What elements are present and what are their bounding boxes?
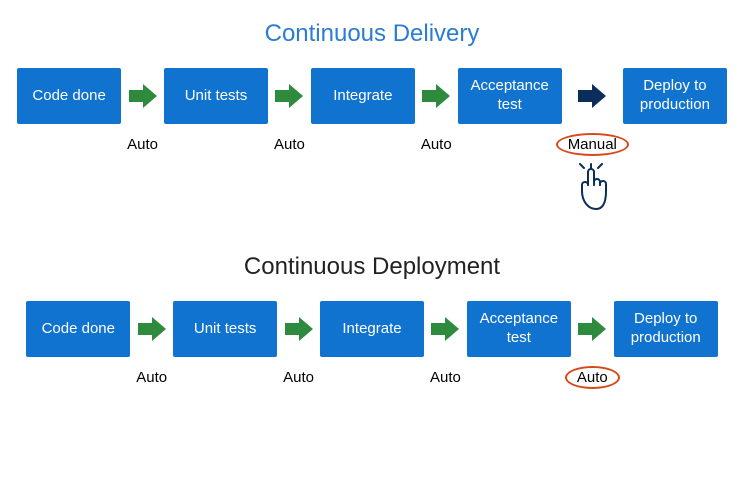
stage: Deploy to production [614, 301, 718, 357]
stage: Unit tests [173, 301, 277, 357]
arrow-label-manual: Manual [562, 136, 623, 153]
arrow-right-icon [578, 84, 606, 108]
arrow-right-icon [422, 84, 450, 108]
stage: Deploy to production [623, 68, 727, 124]
arrow-right-icon [578, 317, 606, 341]
arrow: Manual [562, 68, 623, 213]
arrow: Auto [121, 68, 164, 153]
delivery-title: Continuous Delivery [10, 20, 734, 48]
stage-box-code-done: Code done [26, 301, 130, 357]
stage-box-unit-tests: Unit tests [164, 68, 268, 124]
arrow: Auto [415, 68, 458, 153]
arrow-label-auto-circled: Auto [571, 369, 614, 386]
stage: Acceptance test [458, 68, 562, 124]
stage: Unit tests [164, 68, 268, 124]
arrow-label: Auto [268, 136, 311, 153]
stage: Integrate [320, 301, 424, 357]
stage-box-integrate: Integrate [311, 68, 415, 124]
arrow: Auto [571, 301, 614, 386]
arrow: Auto [268, 68, 311, 153]
arrow: Auto [424, 301, 467, 386]
deployment-pipeline: Code done Auto Unit tests Auto Integrate [10, 301, 734, 386]
stage: Code done [26, 301, 130, 357]
arrow-label: Auto [130, 369, 173, 386]
stage-box-deploy: Deploy to production [614, 301, 718, 357]
arrow-right-icon [129, 84, 157, 108]
stage-box-code-done: Code done [17, 68, 121, 124]
arrow-right-icon [275, 84, 303, 108]
delivery-pipeline: Code done Auto Unit tests Auto Integrate [10, 68, 734, 213]
stage-box-deploy: Deploy to production [623, 68, 727, 124]
hand-press-icon [570, 163, 614, 213]
arrow-right-icon [431, 317, 459, 341]
stage-box-acceptance-test: Acceptance test [467, 301, 571, 357]
arrow: Auto [130, 301, 173, 386]
arrow-label: Auto [277, 369, 320, 386]
continuous-deployment-section: Continuous Deployment Code done Auto Uni… [10, 253, 734, 386]
arrow-label: Auto [121, 136, 164, 153]
arrow-right-icon [138, 317, 166, 341]
stage-box-integrate: Integrate [320, 301, 424, 357]
stage-box-acceptance-test: Acceptance test [458, 68, 562, 124]
arrow-label: Auto [415, 136, 458, 153]
deployment-title: Continuous Deployment [10, 253, 734, 281]
continuous-delivery-section: Continuous Delivery Code done Auto Unit … [10, 20, 734, 213]
arrow: Auto [277, 301, 320, 386]
arrow-label: Auto [424, 369, 467, 386]
stage: Code done [17, 68, 121, 124]
arrow-right-icon [285, 317, 313, 341]
stage-box-unit-tests: Unit tests [173, 301, 277, 357]
stage: Acceptance test [467, 301, 571, 357]
stage: Integrate [311, 68, 415, 124]
